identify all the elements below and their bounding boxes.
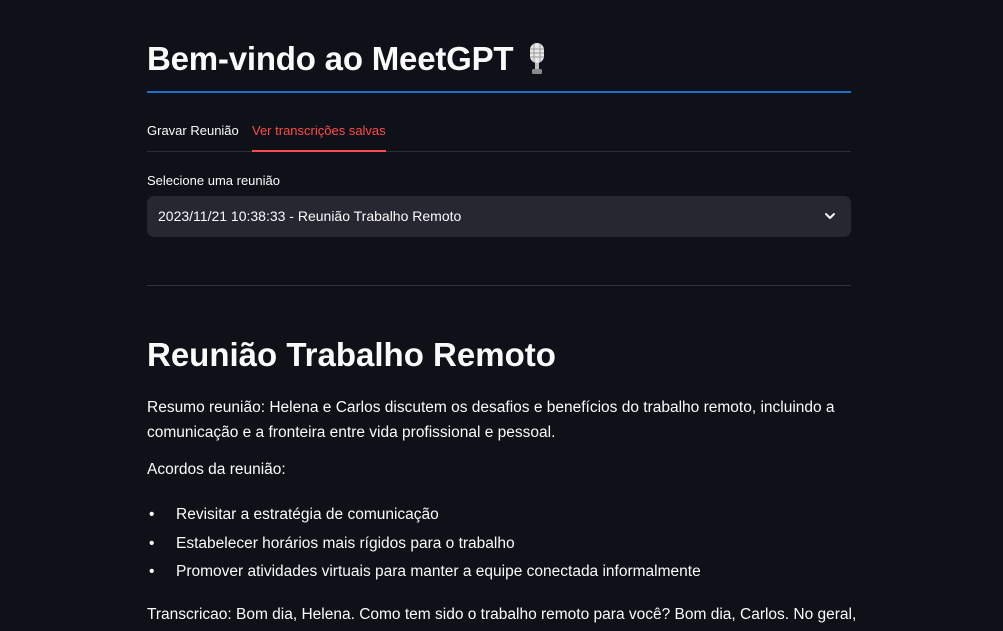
meeting-select[interactable]: 2023/11/21 10:38:33 - Reunião Trabalho R… xyxy=(147,196,851,237)
bullet-icon: • xyxy=(149,534,155,552)
tab-gravar-reuniao[interactable]: Gravar Reunião xyxy=(147,123,239,138)
agreement-text: Revisitar a estratégia de comunicação xyxy=(176,506,439,523)
tab-bar: Gravar Reunião Ver transcrições salvas xyxy=(147,112,851,152)
agreements-label: Acordos da reunião: xyxy=(147,461,286,478)
tab-ver-transcricoes[interactable]: Ver transcrições salvas xyxy=(252,123,386,152)
agreements-list: • Revisitar a estratégia de comunicação … xyxy=(147,503,851,589)
title-divider xyxy=(147,91,851,93)
section-divider xyxy=(147,285,851,286)
meeting-title: Reunião Trabalho Remoto xyxy=(147,336,556,373)
meeting-summary: Resumo reunião: Helena e Carlos discutem… xyxy=(147,399,835,441)
page-title: Bem-vindo ao MeetGPT xyxy=(147,40,551,78)
bullet-icon: • xyxy=(149,506,155,523)
meeting-select-value: 2023/11/21 10:38:33 - Reunião Trabalho R… xyxy=(158,208,462,224)
microphone-icon xyxy=(523,41,551,77)
list-item: • Estabelecer horários mais rígidos para… xyxy=(147,532,851,561)
meeting-transcript: Transcricao: Bom dia, Helena. Como tem s… xyxy=(147,606,857,623)
bullet-icon: • xyxy=(149,563,155,580)
page-title-text: Bem-vindo ao MeetGPT xyxy=(147,40,514,77)
select-label: Selecione uma reunião xyxy=(147,173,280,188)
chevron-down-icon[interactable] xyxy=(823,209,837,223)
agreement-text: Promover atividades virtuais para manter… xyxy=(176,563,701,580)
list-item: • Promover atividades virtuais para mant… xyxy=(147,560,851,589)
agreement-text: Estabelecer horários mais rígidos para o… xyxy=(176,534,515,552)
list-item: • Revisitar a estratégia de comunicação xyxy=(147,503,851,532)
